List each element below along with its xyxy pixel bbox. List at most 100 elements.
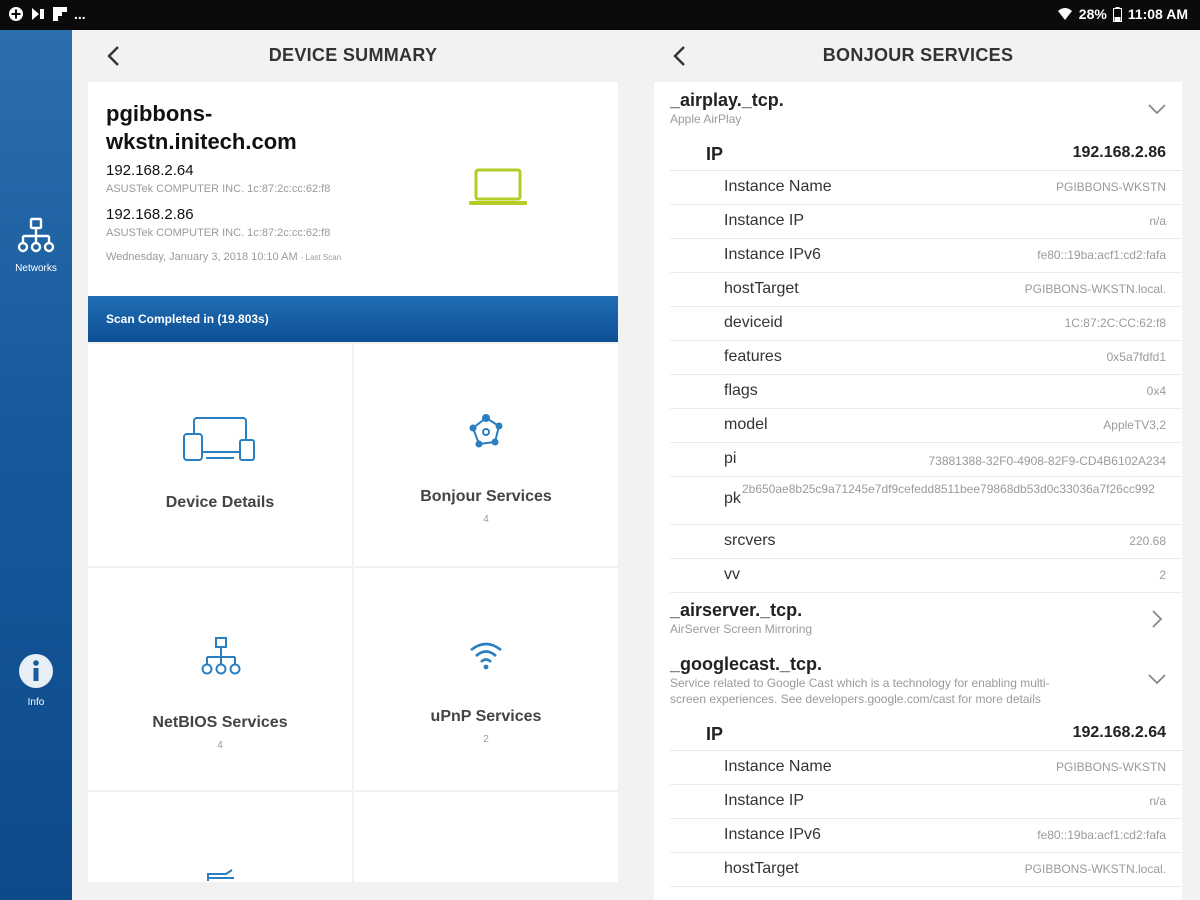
system-status: 28% 11:08 AM <box>1057 6 1188 22</box>
service-description: Apple AirPlay <box>670 112 742 126</box>
property-value: 2b650ae8b25c9a71245e7df9cefedd8511bee798… <box>742 482 1155 496</box>
property-value: PGIBBONS-WKSTN <box>1055 180 1166 194</box>
ip-label: IP <box>706 144 724 164</box>
property-row: model AppleTV3,2 <box>670 408 1182 443</box>
page-title: DEVICE SUMMARY <box>268 45 438 65</box>
netbios-services-label: NetBIOS Services <box>152 714 288 731</box>
property-row: Instance IP n/a <box>670 204 1182 239</box>
device-vendor-mac: ASUSTek COMPUTER INC. 1c:87:2c:cc:62:f8 <box>106 227 331 239</box>
service-name: _airserver._tcp. <box>670 600 803 620</box>
property-value: PGIBBONS-WKSTN.local. <box>1024 862 1166 876</box>
battery-icon <box>1112 6 1122 22</box>
property-key: Instance Name <box>724 178 832 195</box>
partial-tile[interactable] <box>354 792 618 882</box>
service-name: _airplay._tcp. <box>670 90 784 110</box>
upnp-services-tile[interactable]: uPnP Services 2 <box>354 568 618 790</box>
chevron-down-icon[interactable] <box>1146 668 1168 690</box>
netbios-icon <box>201 637 241 675</box>
property-row: pk 2b650ae8b25c9a71245e7df9cefedd8511bee7… <box>670 476 1182 525</box>
property-key: srcvers <box>724 532 776 549</box>
property-key: hostTarget <box>724 280 799 297</box>
property-value: 0x5a7fdfd1 <box>1106 350 1166 364</box>
device-details-label: Device Details <box>165 494 275 511</box>
upnp-services-label: uPnP Services <box>430 708 542 725</box>
navigation-rail: Networks Info <box>0 30 72 900</box>
info-icon <box>19 654 53 688</box>
last-scan-date: Wednesday, January 3, 2018 10:10 AM - La… <box>106 251 341 263</box>
status-bar: ... 28% 11:08 AM <box>0 0 1200 30</box>
service-header-airplay[interactable]: _airplay._tcp. Apple AirPlay <box>670 90 784 127</box>
property-key: flags <box>724 382 758 399</box>
device-ip: 192.168.2.86 <box>106 206 194 223</box>
play-store-icon <box>32 8 44 20</box>
property-key: pi <box>724 450 737 467</box>
bonjour-services-pane: BONJOUR SERVICES _airplay._tcp. Apple Ai… <box>654 30 1182 900</box>
chevron-down-icon[interactable] <box>1146 98 1168 120</box>
property-key: Instance IP <box>724 212 805 229</box>
upnp-services-count: 2 <box>483 734 489 745</box>
property-row: vv 2 <box>670 558 1182 593</box>
property-key: Instance IPv6 <box>724 246 821 263</box>
device-summary-pane: DEVICE SUMMARY pgibbons- wkstn.initech.c… <box>88 30 618 900</box>
add-icon <box>9 7 23 21</box>
laptop-icon <box>469 168 527 205</box>
device-hostname: pgibbons- wkstn.initech.com <box>106 100 406 156</box>
property-row: pi 73881388-32F0-4908-82F9-CD4B6102A234 <box>670 442 1182 477</box>
property-value: 2 <box>1159 568 1166 582</box>
devices-icon <box>183 417 255 461</box>
flipboard-icon <box>53 7 67 21</box>
notification-icons: ... <box>8 6 86 22</box>
page-title: BONJOUR SERVICES <box>822 45 1014 65</box>
property-row: Instance IPv6 fe80::19ba:acf1:cd2:fafa <box>670 818 1182 853</box>
ip-label: IP <box>706 724 724 744</box>
property-value: AppleTV3,2 <box>1103 418 1166 432</box>
property-value: PGIBBONS-WKSTN <box>1055 760 1166 774</box>
property-row: hostTarget PGIBBONS-WKSTN.local. <box>670 852 1182 887</box>
device-vendor-mac: ASUSTek COMPUTER INC. 1c:87:2c:cc:62:f8 <box>106 183 331 195</box>
netbios-services-tile[interactable]: NetBIOS Services 4 <box>88 568 352 790</box>
property-row: Instance Name PGIBBONS-WKSTN <box>670 170 1182 205</box>
ip-row: IP 192.168.2.64 <box>670 716 1182 751</box>
property-key: Instance IP <box>724 792 805 809</box>
device-hostname-line-2: wkstn.initech.com <box>106 129 297 154</box>
property-row: deviceid 1C:87:2C:CC:62:f8 <box>670 306 1182 341</box>
property-value: 220.68 <box>1129 534 1166 548</box>
rail-item-networks[interactable]: Networks <box>0 216 72 274</box>
network-icon <box>17 217 55 253</box>
bonjour-services-tile[interactable]: Bonjour Services 4 <box>354 344 618 566</box>
more-notifications-indicator: ... <box>74 6 86 22</box>
property-row: flags 0x4 <box>670 374 1182 409</box>
partial-tile[interactable] <box>88 792 352 882</box>
bonjour-services-count: 4 <box>483 514 489 525</box>
property-row: Instance IP n/a <box>670 784 1182 819</box>
property-row: hostTarget PGIBBONS-WKSTN.local. <box>670 272 1182 307</box>
property-key: Instance Name <box>724 758 832 775</box>
wifi-icon <box>1057 8 1072 20</box>
scan-date: Wednesday, January 3, 2018 10:10 AM <box>106 251 298 263</box>
service-header-airserver[interactable]: _airserver._tcp. AirServer Screen Mirror… <box>670 600 812 637</box>
bonjour-services-header: BONJOUR SERVICES <box>654 30 1182 82</box>
ip-value: 192.168.2.64 <box>1072 724 1166 741</box>
device-hostname-line-1: pgibbons- <box>106 101 213 126</box>
bonjour-services-list: _airplay._tcp. Apple AirPlay IP 192.168.… <box>654 82 1182 900</box>
device-summary-header: DEVICE SUMMARY <box>88 30 618 82</box>
service-description-line: screen experiences. See developers.googl… <box>670 692 1041 706</box>
property-row: Instance IPv6 fe80::19ba:acf1:cd2:fafa <box>670 238 1182 273</box>
clock: 11:08 AM <box>1127 6 1188 22</box>
property-key: pk <box>724 490 741 507</box>
service-header-googlecast[interactable]: _googlecast._tcp. Service related to Goo… <box>670 654 1142 707</box>
bonjour-icon <box>469 414 503 448</box>
property-key: Instance IPv6 <box>724 826 821 843</box>
property-key: vv <box>724 566 740 583</box>
chevron-right-icon[interactable] <box>1146 608 1168 630</box>
property-key: deviceid <box>724 314 783 331</box>
ip-row: IP 192.168.2.86 <box>670 136 1182 171</box>
device-details-tile[interactable]: Device Details <box>88 344 352 566</box>
property-key: model <box>724 416 768 433</box>
property-key: features <box>724 348 782 365</box>
service-description-line: Service related to Google Cast which is … <box>670 676 1050 690</box>
device-icon-partial <box>207 869 234 881</box>
rail-item-info[interactable]: Info <box>0 652 72 708</box>
property-row: srcvers 220.68 <box>670 524 1182 559</box>
property-value: n/a <box>1149 214 1166 228</box>
